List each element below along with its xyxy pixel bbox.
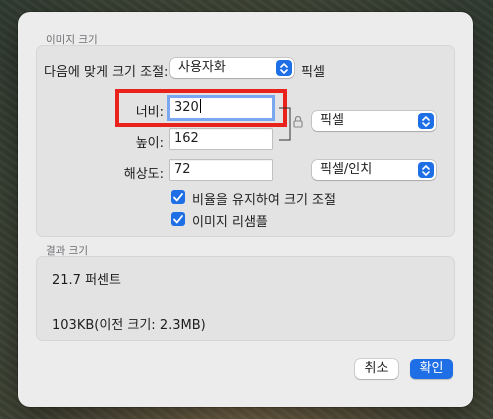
- resolution-unit-value: 픽셀/인치: [320, 162, 373, 177]
- fit-into-popup[interactable]: 사용자화: [170, 58, 294, 78]
- checkmark-icon: [173, 214, 183, 223]
- dimension-unit-value: 픽셀: [320, 113, 344, 128]
- result-file-size: 103KB(이전 크기: 2.3MB): [52, 318, 206, 333]
- resolution-unit-popup[interactable]: 픽셀/인치: [312, 160, 436, 180]
- resample-image-label[interactable]: 이미지 리샘플: [192, 211, 268, 230]
- fit-into-value: 사용자화: [178, 60, 226, 75]
- height-field[interactable]: 162: [170, 129, 272, 149]
- chevron-up-down-icon: [276, 60, 292, 76]
- image-size-dialog: 이미지 크기 다음에 맞게 크기 조절: 사용자화 픽셀 너비: 320 픽셀 …: [18, 12, 473, 407]
- chevron-up-down-icon: [418, 113, 434, 129]
- resolution-value: 72: [174, 162, 191, 177]
- highlight-annotation: [115, 89, 287, 127]
- dimension-unit-popup[interactable]: 픽셀: [312, 111, 436, 131]
- scale-proportionally-checkbox[interactable]: [171, 190, 185, 204]
- resample-image-checkbox[interactable]: [171, 212, 185, 226]
- result-percent: 21.7 퍼센트: [52, 273, 121, 288]
- fit-into-unit-label: 픽셀: [301, 65, 325, 80]
- chevron-up-down-icon: [418, 162, 434, 178]
- scale-proportionally-label[interactable]: 비율을 유지하여 크기 조절: [192, 189, 336, 208]
- resolution-label: 해상도:: [123, 167, 164, 182]
- checkmark-icon: [173, 192, 183, 201]
- height-value: 162: [174, 131, 199, 146]
- fit-into-label: 다음에 맞게 크기 조절:: [44, 65, 169, 80]
- ok-button[interactable]: 확인: [410, 359, 453, 379]
- lock-icon[interactable]: [293, 115, 303, 132]
- resolution-field[interactable]: 72: [170, 160, 272, 180]
- height-label: 높이:: [135, 136, 164, 151]
- cancel-button[interactable]: 취소: [355, 359, 398, 379]
